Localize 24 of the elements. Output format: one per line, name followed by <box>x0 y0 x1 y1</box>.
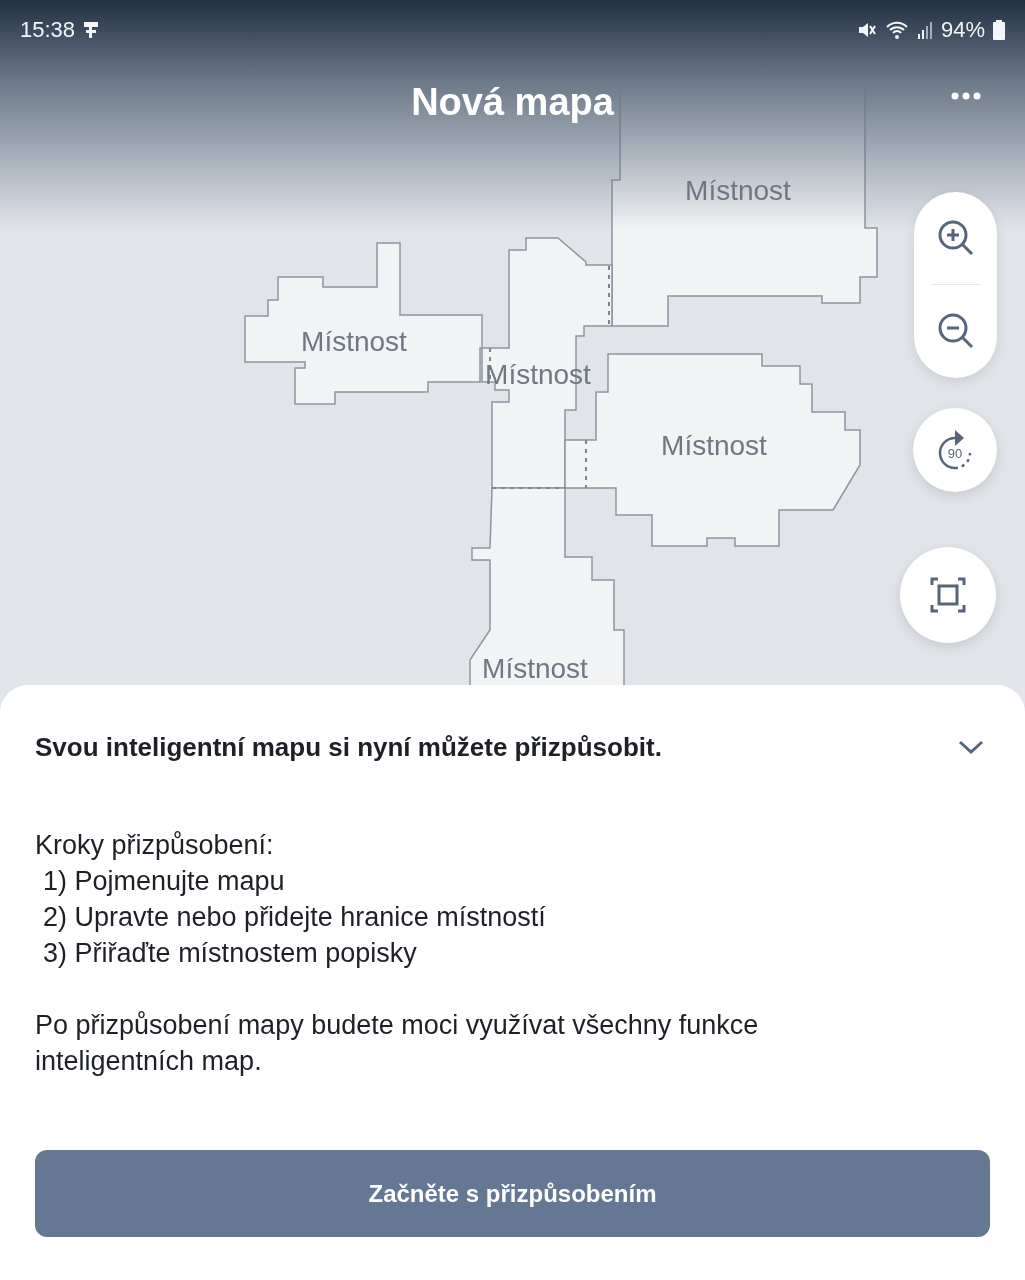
info-text: Po přizpůsobení mapy budete moci využívat všechny funkce inteligentních map. <box>35 1009 760 1078</box>
collapse-button[interactable] <box>958 739 984 755</box>
notification-icon <box>83 21 100 39</box>
room-label[interactable]: Místnost <box>482 655 588 683</box>
room-label[interactable]: Místnost <box>685 177 791 205</box>
battery-icon <box>993 20 1005 40</box>
signal-icon <box>916 20 933 40</box>
room-label[interactable]: Místnost <box>301 328 407 356</box>
zoom-out-icon <box>936 312 975 350</box>
step-text: 1) Pojmenujte mapu <box>42 865 286 898</box>
mute-icon <box>856 20 877 40</box>
status-time: 15:38 <box>20 17 76 43</box>
battery-percentage: 94% <box>940 17 985 43</box>
sheet-title: Svou inteligentní mapu si nyní můžete přizpůsobit. <box>35 731 662 763</box>
start-customizing-button[interactable]: Začněte s přizpůsobením <box>35 1150 990 1237</box>
step-text: 2) Upravte nebo přidejte hranice místností <box>42 901 547 934</box>
rotate-button[interactable]: 90 <box>913 408 997 492</box>
fit-screen-icon <box>930 577 966 613</box>
wifi-icon <box>884 20 909 40</box>
step-text: 3) Přiřaďte místnostem popisky <box>42 937 418 970</box>
zoom-in-icon <box>936 219 975 257</box>
steps-heading: Kroky přizpůsobení: <box>35 829 275 862</box>
room-label[interactable]: Místnost <box>661 432 767 460</box>
screen-title: Nová mapa <box>411 80 614 124</box>
